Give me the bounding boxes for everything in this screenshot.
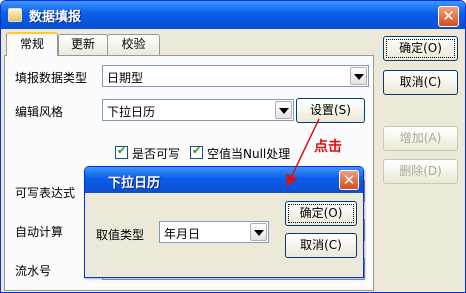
tab-general[interactable]: 常规	[6, 32, 58, 56]
chevron-down-icon[interactable]	[250, 223, 267, 241]
writable-checkbox[interactable]	[115, 144, 128, 159]
empty-as-null-label: 空值当Null处理	[207, 147, 291, 161]
click-annotation: 点击	[314, 139, 342, 155]
close-icon[interactable]: ✕	[438, 6, 459, 27]
writable-expr-label: 可写表达式	[15, 186, 76, 200]
ok-button[interactable]: 确定(O)	[383, 36, 458, 61]
delete-button[interactable]: 删除(D)	[383, 159, 458, 184]
popup-ok-button[interactable]: 确定(O)	[285, 201, 357, 226]
add-button[interactable]: 增加(A)	[383, 126, 458, 151]
data-type-select[interactable]: 日期型	[102, 65, 369, 87]
popup-title: 下拉日历	[108, 176, 161, 191]
data-type-value: 日期型	[107, 71, 144, 85]
auto-calc-label: 自动计算	[15, 225, 64, 239]
value-type-select[interactable]: 年月日	[159, 221, 269, 243]
chevron-down-icon[interactable]	[275, 101, 292, 119]
data-entry-dialog: 数据填报 ✕ 更新 校验 常规 填报数据类型 日期型 编辑风格 下拉日历 设置(…	[0, 0, 466, 293]
popup-cancel-button[interactable]: 取消(C)	[285, 233, 357, 258]
serial-label: 流水号	[15, 264, 52, 278]
edit-style-select[interactable]: 下拉日历	[102, 99, 294, 121]
chevron-down-icon[interactable]	[350, 67, 367, 85]
window-title: 数据填报	[29, 10, 82, 25]
app-icon	[8, 8, 22, 22]
edit-style-value: 下拉日历	[107, 105, 156, 119]
empty-as-null-checkbox[interactable]	[190, 144, 203, 159]
value-type-value: 年月日	[164, 227, 201, 241]
close-icon[interactable]: ✕	[339, 170, 359, 190]
tab-update[interactable]: 更新	[58, 34, 108, 55]
writable-label: 是否可写	[132, 147, 181, 161]
popup-title-bar[interactable]: 下拉日历 ✕	[85, 167, 363, 193]
edit-style-label: 编辑风格	[15, 105, 64, 119]
data-type-label: 填报数据类型	[15, 71, 88, 85]
value-type-label: 取值类型	[96, 228, 145, 242]
cancel-button[interactable]: 取消(C)	[383, 70, 458, 95]
settings-button[interactable]: 设置(S)	[296, 98, 365, 123]
tab-validation[interactable]: 校验	[107, 34, 160, 55]
dropdown-calendar-dialog: 下拉日历 ✕ 取值类型 年月日 确定(O) 取消(C)	[84, 166, 364, 278]
title-bar[interactable]: 数据填报 ✕	[1, 1, 465, 29]
